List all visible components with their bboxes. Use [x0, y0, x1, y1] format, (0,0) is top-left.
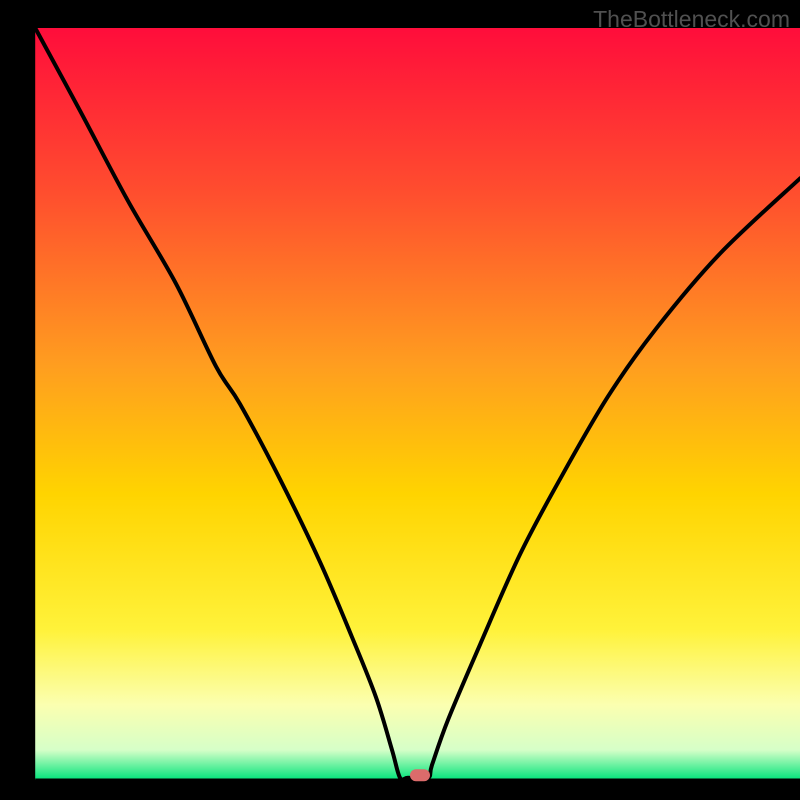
plot-area — [35, 28, 800, 780]
chart-svg — [0, 0, 800, 800]
min-marker — [410, 769, 430, 781]
bottleneck-chart — [0, 0, 800, 800]
watermark-text: TheBottleneck.com — [593, 6, 790, 33]
